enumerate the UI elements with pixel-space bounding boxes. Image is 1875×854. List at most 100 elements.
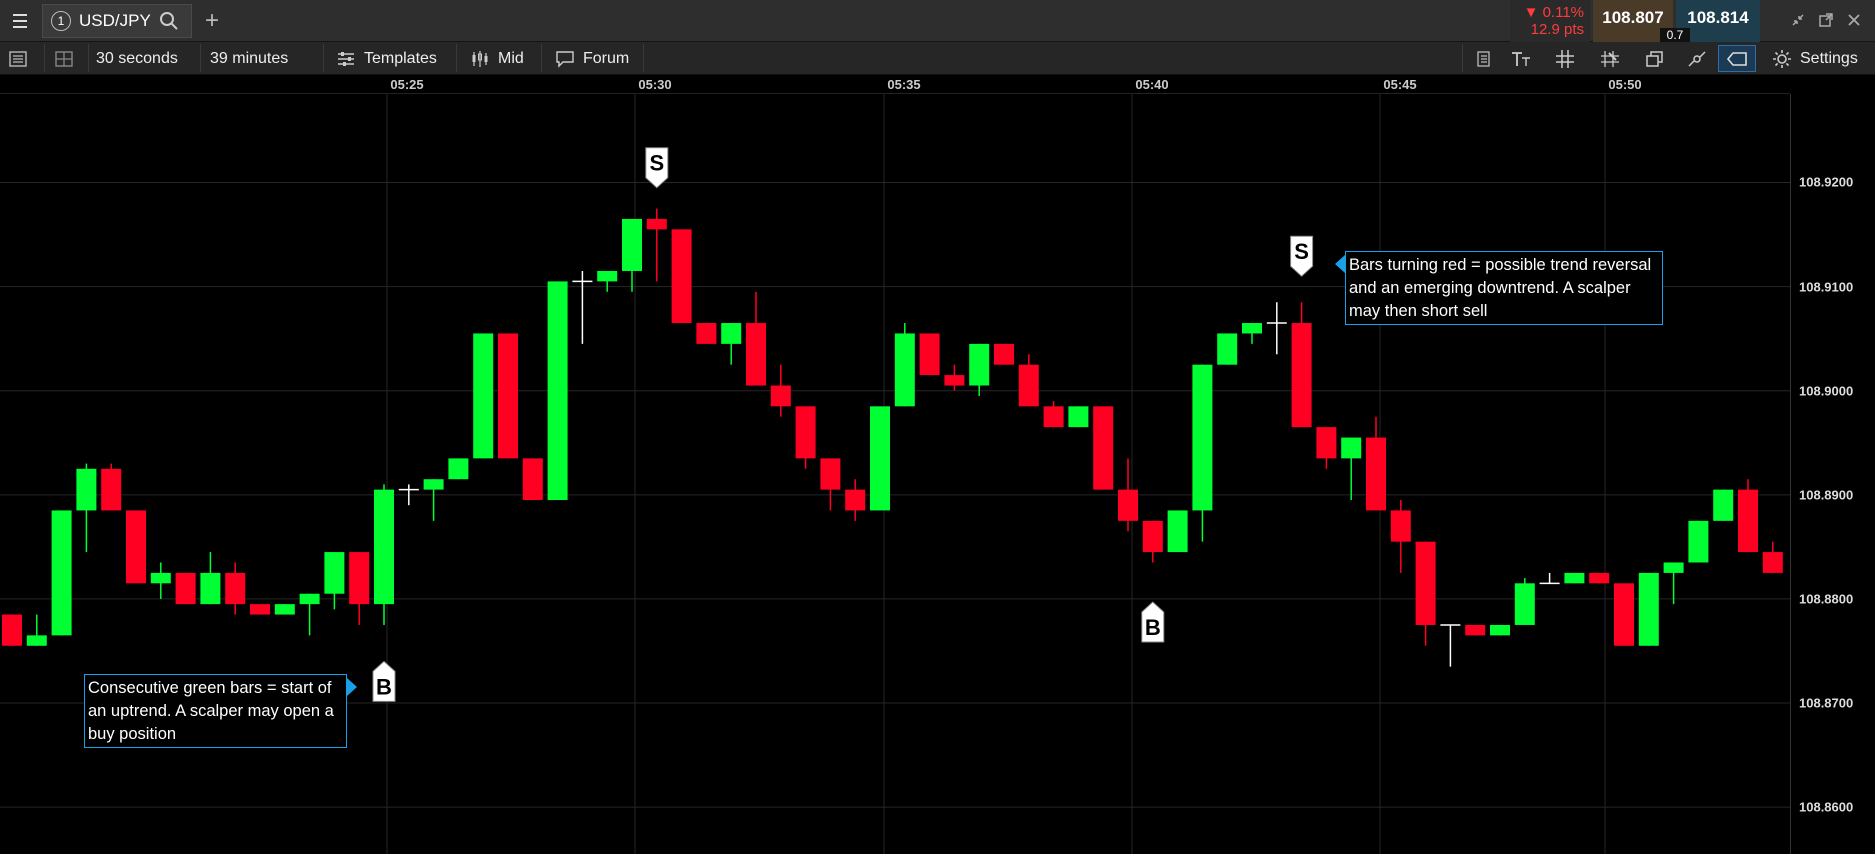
candlestick-icon (472, 50, 488, 67)
forum-button[interactable]: Forum (555, 42, 629, 75)
time-tick: 05:30 (638, 77, 672, 92)
candle-body (1043, 406, 1064, 428)
candle-body (1415, 541, 1436, 625)
separator (44, 44, 45, 72)
price-type-label: Mid (498, 49, 524, 67)
crosshair-grid-icon[interactable] (1595, 42, 1625, 75)
templates-label: Templates (364, 49, 437, 67)
candle (175, 572, 196, 605)
candle (423, 479, 444, 521)
tag-icon-button[interactable] (1718, 45, 1756, 72)
candle (200, 552, 221, 605)
candle (150, 562, 171, 599)
candle-body (770, 385, 791, 407)
price-type-button[interactable]: Mid (470, 42, 524, 75)
candle-body (324, 552, 345, 594)
candle (870, 406, 890, 511)
layout-icon[interactable] (54, 42, 80, 75)
annotation-downtrend: Bars turning red = possible trend revers… (1345, 251, 1663, 325)
templates-button[interactable]: Templates (336, 42, 437, 75)
candle-body (1465, 624, 1486, 636)
time-axis: 05:25 05:30 05:35 05:40 05:45 05:50 (0, 75, 1790, 94)
candle (919, 333, 940, 376)
grid-icon[interactable] (1550, 42, 1580, 75)
candle (1242, 323, 1262, 344)
candle-body (1564, 572, 1585, 584)
candle (1514, 578, 1535, 625)
candle (820, 458, 841, 511)
candle (1341, 437, 1362, 501)
buy-signal-marker[interactable]: B (1141, 601, 1165, 643)
candle-body (919, 333, 940, 376)
time-tick: 05:40 (1135, 77, 1169, 92)
candle (126, 510, 146, 584)
candle-body (1614, 583, 1634, 646)
candle-body (51, 510, 72, 636)
symbol-label: USD/JPY (79, 11, 151, 30)
candle-body (1490, 624, 1510, 636)
separator (456, 44, 457, 72)
candle-body (746, 323, 766, 386)
text-size-icon[interactable] (1505, 42, 1537, 75)
candle-body (299, 593, 320, 605)
candle-body (1366, 437, 1386, 511)
candle-body (696, 323, 717, 344)
annotation-pointer (1335, 255, 1345, 273)
candle-body (2, 614, 22, 646)
price-tick: 108.8700 (1799, 695, 1854, 711)
minimize-icon[interactable] (1786, 8, 1810, 32)
candle-body (274, 604, 295, 615)
indicator-list-icon[interactable] (1468, 42, 1498, 75)
add-tab-icon[interactable]: + (200, 6, 224, 36)
candle (1018, 354, 1039, 407)
search-icon[interactable] (159, 11, 179, 31)
close-icon[interactable] (1842, 8, 1866, 32)
annotation-pointer (347, 678, 357, 696)
buy-signal-marker[interactable]: B (372, 660, 396, 702)
windows-icon[interactable] (1640, 42, 1670, 75)
sell-signal-marker[interactable]: S (645, 147, 669, 189)
candle-body (1118, 489, 1138, 521)
candle (944, 364, 965, 391)
candle (1068, 406, 1089, 428)
price-tick: 108.8900 (1799, 487, 1854, 503)
candle-body (646, 218, 667, 230)
candle (101, 463, 122, 511)
symbol-tab[interactable]: 1 USD/JPY (42, 4, 192, 38)
candle (1539, 572, 1560, 585)
candle-body (721, 323, 742, 344)
candle (1266, 302, 1287, 355)
annotation-uptrend: Consecutive green bars = start of an upt… (84, 674, 347, 748)
candle-body (1638, 572, 1659, 646)
sell-signal-marker[interactable]: S (1290, 235, 1314, 277)
candle (1043, 401, 1064, 428)
duration-select[interactable]: 39 minutes (210, 42, 288, 75)
change-percent: ▼ 0.11% (1523, 4, 1584, 21)
candle (1738, 479, 1758, 553)
candle (622, 218, 642, 292)
list-icon[interactable] (8, 42, 36, 75)
gear-icon (1773, 49, 1791, 68)
candle-body (250, 604, 270, 615)
candle-body (1068, 406, 1089, 428)
candle (696, 323, 717, 344)
candle-body (448, 458, 469, 480)
separator (88, 44, 89, 72)
candle-body (845, 489, 866, 511)
interval-select[interactable]: 30 seconds (96, 42, 178, 75)
menu-icon[interactable] (6, 10, 34, 32)
candle-body (1242, 323, 1262, 334)
popout-icon[interactable] (1814, 8, 1838, 32)
candle (1192, 364, 1213, 542)
drawing-tool-icon[interactable] (1682, 42, 1712, 75)
candle (547, 281, 568, 501)
settings-button[interactable]: Settings (1772, 42, 1858, 75)
candle (894, 323, 915, 407)
candle (1291, 302, 1312, 428)
candle-body (622, 218, 642, 271)
price-tick: 108.9200 (1799, 174, 1854, 190)
candle (1465, 624, 1486, 636)
candle-body (1738, 489, 1758, 553)
candle-body (101, 468, 122, 511)
symbol-number-badge: 1 (51, 11, 71, 31)
